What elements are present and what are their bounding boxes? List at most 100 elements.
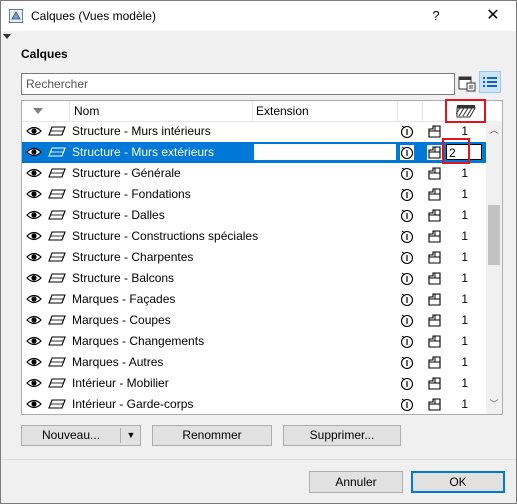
solid-icon[interactable] (427, 292, 442, 307)
layer-lock-icon[interactable] (48, 251, 66, 263)
eye-icon[interactable] (26, 167, 42, 179)
eye-icon[interactable] (26, 209, 42, 221)
wireframe-icon[interactable] (400, 208, 414, 223)
wireframe-icon[interactable] (400, 271, 414, 286)
eye-icon[interactable] (26, 230, 42, 242)
layer-lock-icon[interactable] (48, 125, 66, 137)
eye-icon[interactable] (26, 335, 42, 347)
wireframe-icon[interactable] (400, 292, 414, 307)
eye-icon[interactable] (26, 125, 42, 137)
wireframe-icon[interactable] (400, 334, 414, 349)
pen-number[interactable]: 1 (446, 310, 468, 331)
wireframe-icon[interactable] (400, 145, 414, 160)
layer-lock-icon[interactable] (48, 272, 66, 284)
layer-lock-icon[interactable] (48, 335, 66, 347)
solid-icon[interactable] (427, 166, 442, 181)
layer-lock-icon[interactable] (48, 377, 66, 389)
eye-icon[interactable] (26, 356, 42, 368)
pen-number[interactable]: 1 (446, 394, 468, 414)
close-button[interactable]: ✕ (476, 5, 510, 27)
table-row[interactable]: Structure - Générale 1 (22, 163, 486, 184)
solid-icon[interactable] (427, 397, 442, 412)
solid-icon[interactable] (427, 334, 442, 349)
pen-number[interactable]: 1 (446, 163, 468, 184)
solid-icon[interactable] (427, 145, 442, 160)
layer-lock-icon[interactable] (48, 209, 66, 221)
table-row[interactable]: Marques - Changements 1 (22, 331, 486, 352)
cancel-button[interactable]: Annuler (309, 471, 403, 493)
column-header-name[interactable]: Nom (74, 101, 99, 121)
layer-lock-icon[interactable] (48, 314, 66, 326)
scroll-up-icon[interactable]: ︿ (486, 124, 502, 136)
pen-number[interactable]: 1 (446, 226, 468, 247)
eye-icon[interactable] (26, 398, 42, 410)
table-row[interactable]: Structure - Fondations 1 (22, 184, 486, 205)
extension-field[interactable] (254, 144, 396, 160)
pen-number[interactable]: 1 (446, 205, 468, 226)
pen-number[interactable]: 1 (446, 352, 468, 373)
wireframe-icon[interactable] (400, 229, 414, 244)
eye-icon[interactable] (26, 188, 42, 200)
table-row[interactable]: Marques - Façades 1 (22, 289, 486, 310)
dropdown-arrow-icon[interactable]: ▼ (122, 426, 140, 445)
new-button[interactable]: Nouveau... ▼ (21, 425, 141, 446)
solid-icon[interactable] (427, 313, 442, 328)
table-row[interactable]: Structure - Murs extérieurs 2 (22, 142, 486, 163)
layer-lock-icon[interactable] (48, 230, 66, 242)
table-row[interactable]: Structure - Murs intérieurs 1 (22, 121, 486, 142)
solid-icon[interactable] (427, 229, 442, 244)
help-button[interactable]: ? (421, 5, 451, 27)
wireframe-icon[interactable] (400, 397, 414, 412)
wireframe-icon[interactable] (400, 376, 414, 391)
layer-lock-icon[interactable] (48, 293, 66, 305)
pen-number[interactable]: 1 (446, 289, 468, 310)
layer-lock-icon[interactable] (48, 188, 66, 200)
eye-icon[interactable] (26, 251, 42, 263)
scroll-down-icon[interactable]: ﹀ (486, 397, 502, 411)
rename-button[interactable]: Renommer (152, 425, 272, 446)
layer-lock-icon[interactable] (48, 356, 66, 368)
eye-icon[interactable] (26, 293, 42, 305)
table-row[interactable]: Intérieur - Mobilier 1 (22, 373, 486, 394)
scroll-thumb[interactable] (488, 205, 500, 265)
solid-icon[interactable] (427, 208, 442, 223)
eye-icon[interactable] (26, 272, 42, 284)
solid-icon[interactable] (427, 250, 442, 265)
wireframe-icon[interactable] (400, 355, 414, 370)
wireframe-icon[interactable] (400, 250, 414, 265)
eye-icon[interactable] (26, 377, 42, 389)
solid-icon[interactable] (427, 271, 442, 286)
solid-icon[interactable] (427, 124, 442, 139)
scrollbar[interactable]: ︿ ﹀ (486, 121, 502, 414)
wireframe-icon[interactable] (400, 313, 414, 328)
pen-number[interactable]: 1 (446, 373, 468, 394)
wireframe-icon[interactable] (400, 187, 414, 202)
table-row[interactable]: Marques - Autres 1 (22, 352, 486, 373)
search-input[interactable] (21, 73, 455, 95)
wireframe-icon[interactable] (400, 124, 414, 139)
pen-number[interactable]: 1 (446, 184, 468, 205)
layer-lock-icon[interactable] (48, 146, 66, 158)
pen-number[interactable]: 1 (446, 331, 468, 352)
wireframe-icon[interactable] (400, 166, 414, 181)
ok-button[interactable]: OK (411, 471, 505, 493)
layer-lock-icon[interactable] (48, 398, 66, 410)
solid-icon[interactable] (427, 187, 442, 202)
table-row[interactable]: Structure - Charpentes 1 (22, 247, 486, 268)
sort-arrow-icon[interactable] (33, 108, 43, 114)
table-row[interactable]: Structure - Balcons 1 (22, 268, 486, 289)
eye-icon[interactable] (26, 146, 42, 158)
delete-button[interactable]: Supprimer... (283, 425, 401, 446)
table-row[interactable]: Structure - Constructions spéciales 1 (22, 226, 486, 247)
layer-combination-icon[interactable] (457, 73, 477, 93)
eye-icon[interactable] (26, 314, 42, 326)
solid-icon[interactable] (427, 355, 442, 370)
list-view-button[interactable] (479, 71, 501, 93)
table-row[interactable]: Structure - Dalles 1 (22, 205, 486, 226)
layer-lock-icon[interactable] (48, 167, 66, 179)
solid-icon[interactable] (427, 376, 442, 391)
pen-number[interactable]: 1 (446, 247, 468, 268)
table-row[interactable]: Intérieur - Garde-corps 1 (22, 394, 486, 414)
column-header-extension[interactable]: Extension (256, 101, 309, 121)
pen-number[interactable]: 1 (446, 268, 468, 289)
